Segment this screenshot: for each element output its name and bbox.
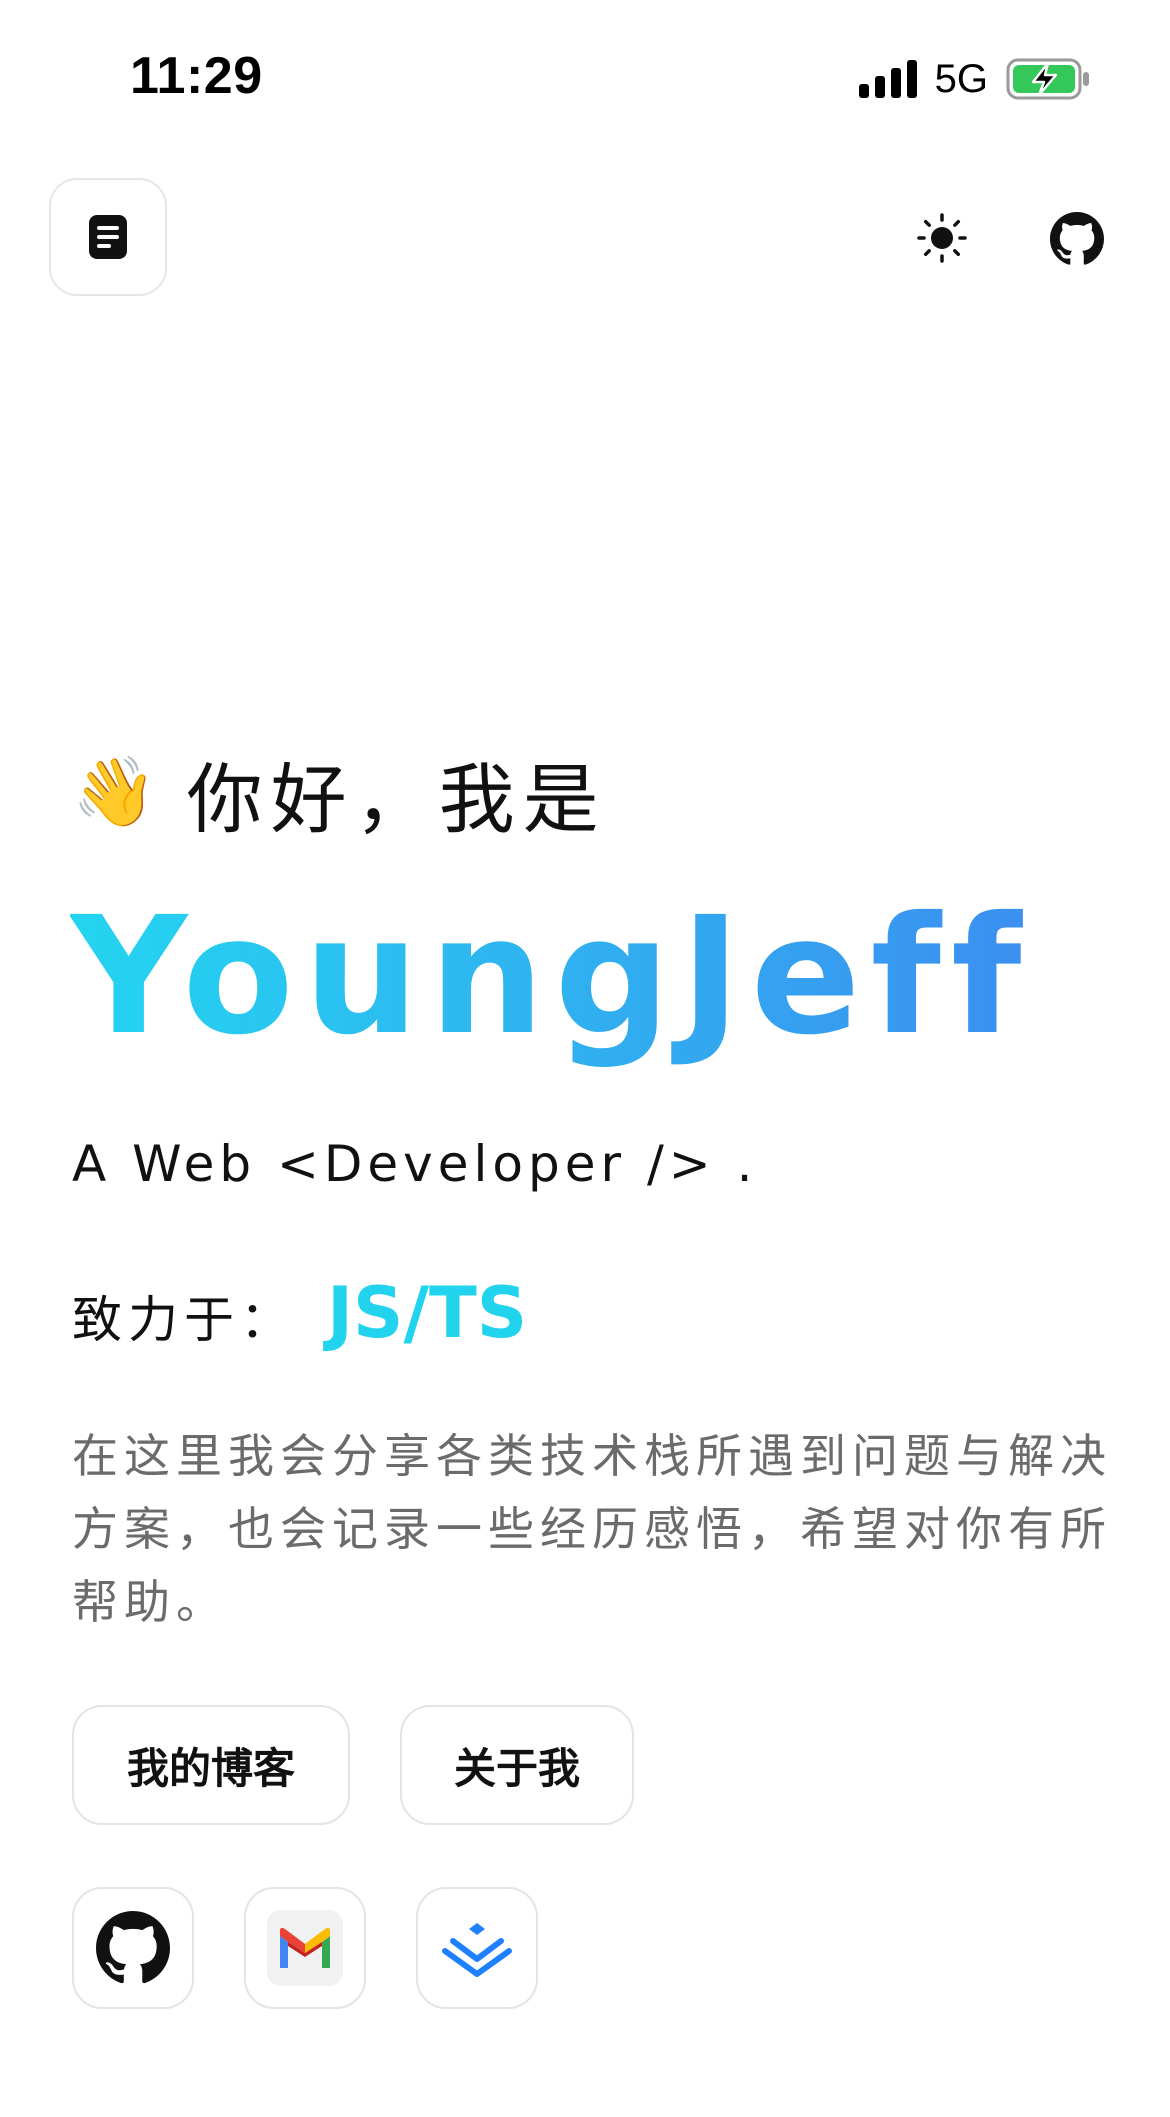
status-time: 11:29 xyxy=(130,47,263,105)
greeting: 👋 你好，我是 xyxy=(72,738,607,848)
my-blog-button[interactable]: 我的博客 xyxy=(72,1705,350,1825)
focus-label: 致力于： xyxy=(72,1291,296,1349)
theme-toggle-button[interactable] xyxy=(912,208,972,268)
action-buttons: 我的博客 关于我 xyxy=(72,1705,634,1825)
github-link[interactable] xyxy=(1050,212,1104,266)
github-icon xyxy=(1050,212,1104,265)
focus-row: 致力于： JS/TS xyxy=(72,1272,527,1354)
juejin-social-button[interactable] xyxy=(416,1887,538,2009)
juejin-icon xyxy=(442,1923,512,1977)
gmail-icon xyxy=(280,1927,330,1968)
document-list-icon xyxy=(89,215,127,259)
home-page: 11:29 5G 👋 你好，我是 YoungJeff A Web <Develo… xyxy=(0,0,1170,2117)
author-name: YoungJeff xyxy=(70,880,1031,1074)
network-type: 5G xyxy=(934,56,988,101)
gmail-social-button[interactable] xyxy=(244,1887,366,2009)
role-subtitle: A Web <Developer /> . xyxy=(72,1135,758,1193)
about-me-button[interactable]: 关于我 xyxy=(400,1705,634,1825)
menu-button[interactable] xyxy=(49,178,167,296)
battery-charging-icon xyxy=(1006,58,1089,100)
status-indicators: 5G xyxy=(858,54,1092,104)
waving-hand-icon: 👋 xyxy=(72,753,157,832)
sun-icon xyxy=(917,213,967,263)
intro-description: 在这里我会分享各类技术栈所遇到问题与解决方案，也会记录一些经历感悟，希望对你有所… xyxy=(72,1429,1112,1629)
gmail-tile xyxy=(267,1910,343,1986)
github-social-button[interactable] xyxy=(72,1887,194,2009)
focus-value: JS/TS xyxy=(327,1272,528,1354)
greeting-text: 你好，我是 xyxy=(186,755,607,844)
cellular-signal-icon xyxy=(858,60,917,98)
github-icon xyxy=(96,1911,170,1984)
social-links xyxy=(72,1887,538,2009)
